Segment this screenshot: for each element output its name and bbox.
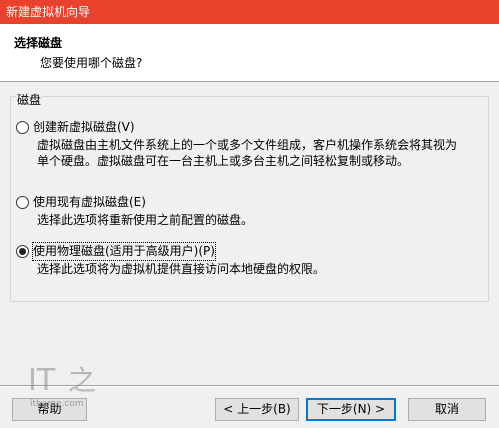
wizard-header: 选择磁盘 您要使用哪个磁盘? [0, 24, 499, 82]
back-button[interactable]: < 上一步(B) [215, 398, 299, 421]
option-create-new-disk[interactable]: 创建新虚拟磁盘(V) 虚拟磁盘由主机文件系统上的一个或多个文件组成，客户机操作系… [16, 119, 476, 175]
radio-use-existing-disk[interactable] [16, 196, 29, 209]
option-use-physical-disk[interactable]: 使用物理磁盘(适用于高级用户)(P) 选择此选项将为虚拟机提供直接访问本地硬盘的… [16, 242, 476, 279]
cancel-button[interactable]: 取消 [408, 398, 486, 421]
option-use-physical-disk-label[interactable]: 使用物理磁盘(适用于高级用户)(P) [32, 242, 216, 261]
radio-create-new-disk[interactable] [16, 121, 29, 134]
radio-use-physical-disk[interactable] [16, 245, 29, 258]
option-use-existing-disk[interactable]: 使用现有虚拟磁盘(E) 选择此选项将重新使用之前配置的磁盘。 [16, 194, 476, 230]
window-titlebar: 新建虚拟机向导 [0, 0, 499, 24]
option-use-existing-disk-label[interactable]: 使用现有虚拟磁盘(E) [33, 194, 146, 211]
svg-text:之: 之 [68, 364, 96, 397]
next-button[interactable]: 下一步(N) > [306, 398, 396, 421]
option-use-physical-disk-description: 选择此选项将为虚拟机提供直接访问本地硬盘的权限。 [37, 262, 326, 276]
option-use-existing-disk-description: 选择此选项将重新使用之前配置的磁盘。 [37, 213, 254, 227]
svg-text:IT: IT [28, 363, 56, 398]
page-title: 选择磁盘 [14, 36, 63, 50]
window-title: 新建虚拟机向导 [6, 5, 91, 19]
page-subtitle: 您要使用哪个磁盘? [40, 56, 143, 70]
option-create-new-disk-label[interactable]: 创建新虚拟磁盘(V) [33, 119, 135, 136]
watermark-text: ithome.com [30, 399, 84, 409]
disk-group-legend: 磁盘 [16, 91, 43, 108]
ithome-logo-icon: IT 之 [28, 363, 96, 398]
option-create-new-disk-description: 虚拟磁盘由主机文件系统上的一个或多个文件组成，客户机操作系统会将其视为单个硬盘。… [37, 138, 458, 168]
